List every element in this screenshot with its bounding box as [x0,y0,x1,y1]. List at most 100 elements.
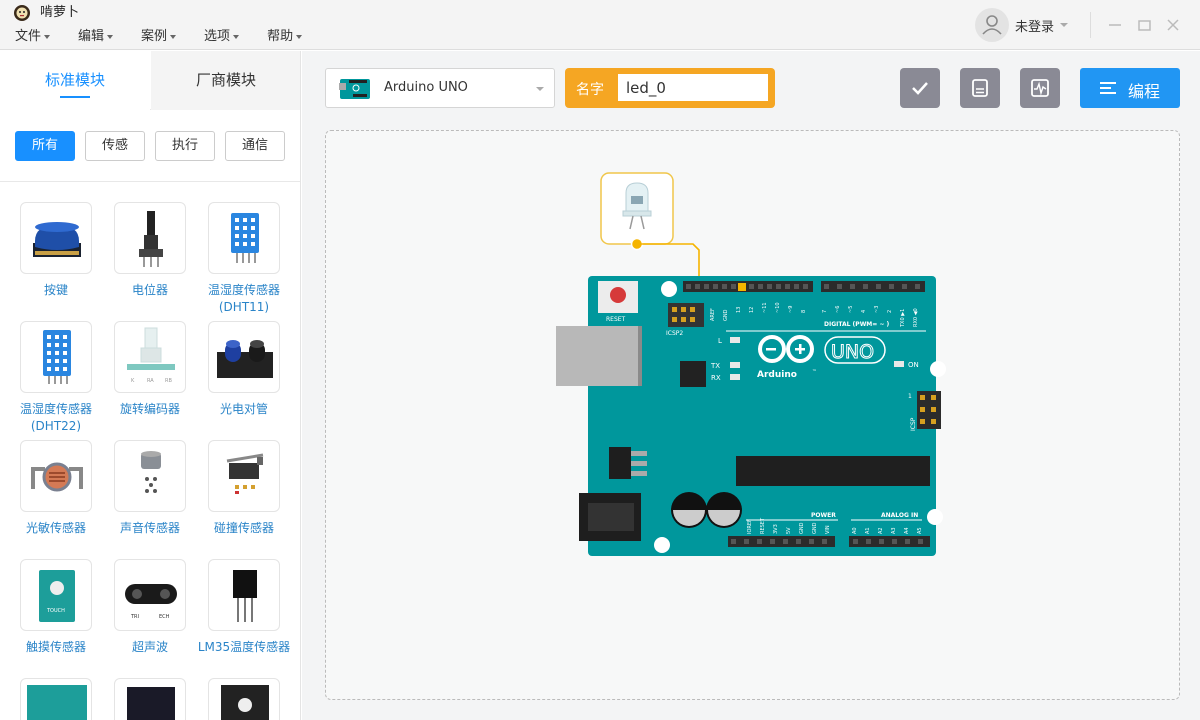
dpin-12: 12 [749,307,755,313]
verify-button[interactable] [900,68,940,108]
apin-a2: A2 [878,527,884,534]
module-touch-sensor[interactable]: TOUCH 触摸传感器 [9,559,103,656]
module-potentiometer[interactable]: 电位器 [103,202,197,299]
module-partial[interactable] [197,678,291,720]
module-label: 触摸传感器 [25,640,86,654]
name-label: 名字 [576,82,604,98]
encoder-pin-k: K [131,378,135,384]
icsp-label: ICSP [910,417,917,431]
board-select[interactable]: Arduino UNO [325,68,555,108]
robot-logo-icon [14,5,30,21]
circuit-drawing: RESET ICSP2 AREF GND 13 12 ~11 ~10 ~9 8 … [556,172,946,556]
aref-label: AREF [710,308,716,321]
module-sound-sensor[interactable]: 声音传感器 [103,440,197,537]
maximize-icon[interactable] [1131,12,1157,38]
tm-mark: ™ [812,369,817,375]
module-button[interactable]: 按键 [9,202,103,299]
dpin-6: ~6 [835,306,841,313]
sound-sensor-module-icon [114,440,186,512]
apin-a4: A4 [904,527,910,534]
ultrasonic-module-icon: TRI ECH [114,559,186,631]
minimize-icon[interactable] [1102,12,1128,38]
dpin-7: 7 [822,310,828,313]
circuit-canvas[interactable]: RESET ICSP2 AREF GND 13 12 ~11 ~10 ~9 8 … [325,130,1180,700]
user-menu[interactable]: 未登录 [975,8,1069,42]
program-label: 编程 [1128,82,1161,101]
module-label: 光电对管 [219,402,268,416]
user-name: 未登录 [1015,19,1055,35]
serial-monitor-button[interactable] [1020,68,1060,108]
module-dht22[interactable]: 温湿度传感器(DHT22) [9,321,103,435]
module-label: 旋转编码器 [119,402,180,416]
module-rotary-encoder[interactable]: K RA RB 旋转编码器 [103,321,197,418]
ppin-gnd2: GND [812,522,818,534]
module-collision-sensor[interactable]: 碰撞传感器 [197,440,291,537]
rx-led-label: RX [711,374,721,382]
module-label: 按键 [43,283,68,297]
module-photoelectric[interactable]: 光电对管 [197,321,291,418]
ppin-gnd1: GND [799,522,805,534]
dpin-3: ~3 [874,306,880,313]
save-icon [972,79,988,97]
filter-actuator-button[interactable]: 执行 [155,131,215,161]
dpin-8: 8 [801,310,807,313]
menu-options[interactable]: 选项 [204,28,239,46]
name-field: 名字 [565,68,775,108]
touch-thumb-text: TOUCH [46,608,65,614]
module-lm35[interactable]: LM35温度传感器 [197,559,291,656]
power-label: POWER [811,512,836,519]
ppin-3v3: 3V3 [773,524,779,534]
apin-a1: A1 [865,527,871,534]
menu-file[interactable]: 文件 [15,28,50,46]
module-dht11[interactable]: 温湿度传感器(DHT11) [197,202,291,316]
dpin-11: ~11 [762,302,768,313]
check-icon [912,82,928,95]
filter-sensor-button[interactable]: 传感 [85,131,145,161]
board-name: Arduino UNO [384,80,468,95]
title-bar: 啃萝卜 文件 编辑 案例 选项 帮助 未登录 [0,0,1200,50]
led-component[interactable] [600,172,674,251]
apin-a5: A5 [917,527,923,534]
module-sidebar: 标准模块 厂商模块 所有 传感 执行 通信 按键 电位器 温湿度传感器(DHT1… [0,51,301,720]
user-avatar-icon [975,8,1009,42]
chevron-down-icon [1060,23,1069,27]
list-icon [1100,82,1116,94]
filter-all-button[interactable]: 所有 [15,131,75,161]
on-led-label: ON [908,361,919,369]
dpin-0: RX0 ◀0 [913,308,919,327]
arduino-board-icon [339,79,370,99]
photoelectric-module-icon [208,321,280,393]
module-ultrasonic[interactable]: TRI ECH 超声波 [103,559,197,656]
ppin-reset: RESET [760,517,766,534]
arduino-uno-board[interactable]: RESET ICSP2 AREF GND 13 12 ~11 ~10 ~9 8 … [556,276,946,556]
app-title: 啃萝卜 [40,5,80,20]
canvas-area: RESET ICSP2 AREF GND 13 12 ~11 ~10 ~9 8 … [302,127,1200,720]
arduino-brand: Arduino [757,370,797,380]
icsp2-label: ICSP2 [666,330,683,337]
program-button[interactable]: 编程 [1080,68,1180,108]
name-input[interactable] [618,74,768,101]
dpin-10: ~10 [775,302,781,313]
lm35-module-icon [208,559,280,631]
dpin-9: ~9 [788,306,794,313]
icsp-one-label: 1 [908,393,912,400]
module-partial[interactable] [9,678,103,720]
dpin-5: ~5 [848,306,854,313]
module-label: 光敏传感器 [25,521,86,535]
gnd-label: GND [723,309,729,321]
menu-edit[interactable]: 编辑 [78,28,113,46]
tab-vendor-modules[interactable]: 厂商模块 [151,51,300,110]
module-light-sensor[interactable]: 光敏传感器 [9,440,103,537]
module-tabs: 标准模块 厂商模块 [0,51,300,110]
potentiometer-module-icon [114,202,186,274]
module-partial[interactable] [103,678,197,720]
save-button[interactable] [960,68,1000,108]
tab-standard-modules[interactable]: 标准模块 [0,51,150,110]
dht11-module-icon [208,202,280,274]
close-icon[interactable] [1160,12,1186,38]
menu-help[interactable]: 帮助 [267,28,302,46]
filter-communication-button[interactable]: 通信 [225,131,285,161]
menu-examples[interactable]: 案例 [141,28,176,46]
ppin-vin: VIN [825,525,831,534]
partial-module-icon [208,678,280,720]
